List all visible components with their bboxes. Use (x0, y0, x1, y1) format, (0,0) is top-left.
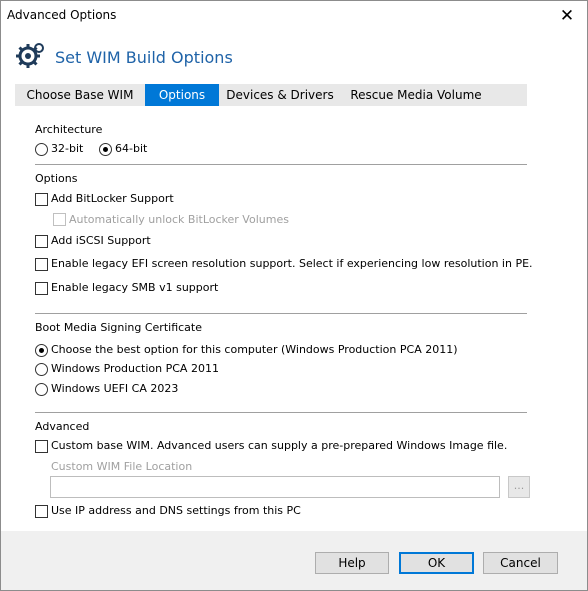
radio-uefi-ca-2023-label[interactable]: Windows UEFI CA 2023 (51, 382, 178, 395)
architecture-label: Architecture (35, 123, 103, 136)
bitlocker-checkbox[interactable] (35, 193, 48, 206)
window-title: Advanced Options (7, 8, 117, 22)
radio-uefi-ca-2023[interactable] (35, 383, 48, 396)
help-button[interactable]: Help (315, 552, 389, 574)
dialog-content: Set WIM Build Options Choose Base WIM Op… (1, 31, 587, 531)
radio-pca-2011[interactable] (35, 363, 48, 376)
use-ip-dns-checkbox[interactable] (35, 505, 48, 518)
separator (35, 313, 527, 314)
signing-certificate-label: Boot Media Signing Certificate (35, 321, 202, 334)
title-bar[interactable]: Advanced Options ✕ (1, 1, 587, 31)
tab-devices-drivers[interactable]: Devices & Drivers (219, 84, 341, 106)
custom-wim-location-input[interactable] (50, 476, 500, 498)
advanced-label: Advanced (35, 420, 90, 433)
page-title: Set WIM Build Options (55, 48, 233, 67)
tab-options[interactable]: Options (145, 84, 219, 106)
radio-32-bit[interactable] (35, 143, 48, 156)
tab-rescue-media-volume[interactable]: Rescue Media Volume (341, 84, 491, 106)
radio-best-option-label[interactable]: Choose the best option for this computer… (51, 343, 458, 356)
options-label: Options (35, 172, 78, 185)
separator (35, 412, 527, 413)
ok-button[interactable]: OK (399, 552, 474, 574)
browse-button[interactable]: ... (508, 476, 530, 498)
gear-icon (16, 43, 44, 68)
cancel-button[interactable]: Cancel (483, 552, 558, 574)
radio-64-bit[interactable] (99, 143, 112, 156)
auto-unlock-bitlocker-label: Automatically unlock BitLocker Volumes (69, 213, 289, 226)
legacy-efi-label[interactable]: Enable legacy EFI screen resolution supp… (51, 257, 533, 270)
separator (35, 164, 527, 165)
smb-v1-label[interactable]: Enable legacy SMB v1 support (51, 281, 218, 294)
radio-best-option[interactable] (35, 344, 48, 357)
smb-v1-checkbox[interactable] (35, 282, 48, 295)
iscsi-checkbox[interactable] (35, 235, 48, 248)
legacy-efi-checkbox[interactable] (35, 258, 48, 271)
radio-32-bit-label[interactable]: 32-bit (51, 142, 83, 155)
close-icon[interactable]: ✕ (547, 1, 587, 31)
radio-64-bit-label[interactable]: 64-bit (115, 142, 147, 155)
iscsi-label[interactable]: Add iSCSI Support (51, 234, 151, 247)
auto-unlock-bitlocker-checkbox[interactable] (53, 213, 66, 226)
tab-strip: Choose Base WIM Options Devices & Driver… (15, 84, 527, 106)
custom-wim-checkbox[interactable] (35, 440, 48, 453)
advanced-options-window: Advanced Options ✕ Set WIM Build Options… (0, 0, 588, 591)
radio-pca-2011-label[interactable]: Windows Production PCA 2011 (51, 362, 219, 375)
custom-wim-location-label: Custom WIM File Location (51, 460, 193, 473)
custom-wim-label[interactable]: Custom base WIM. Advanced users can supp… (51, 439, 507, 452)
tab-choose-base-wim[interactable]: Choose Base WIM (15, 84, 145, 106)
use-ip-dns-label[interactable]: Use IP address and DNS settings from thi… (51, 504, 301, 517)
bitlocker-label[interactable]: Add BitLocker Support (51, 192, 174, 205)
